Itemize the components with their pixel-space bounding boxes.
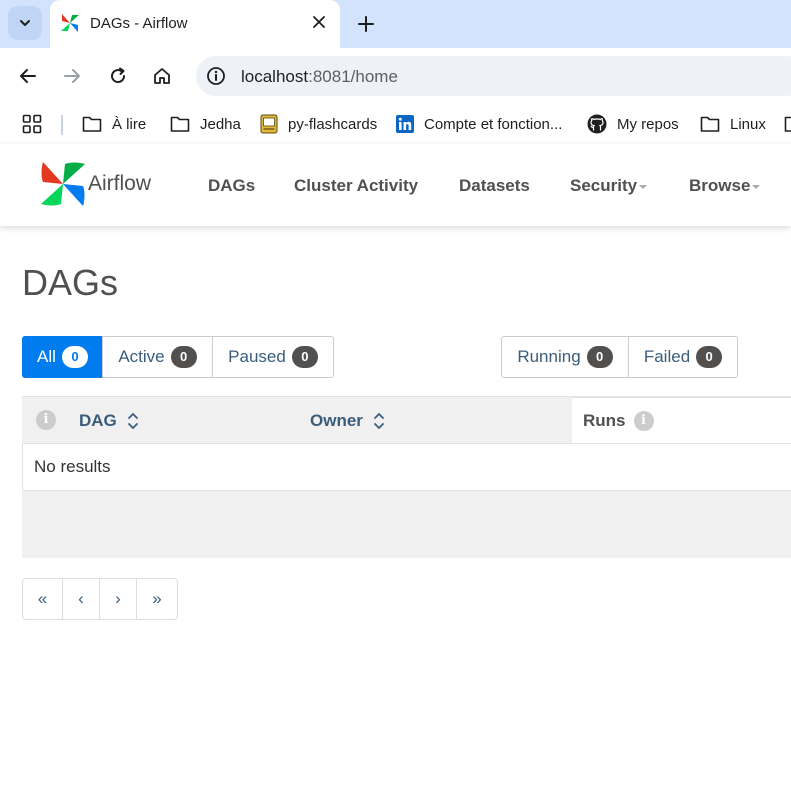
folder-icon (700, 116, 720, 132)
bookmarks-bar: À lire Jedha py-flashcards Compte et fon… (0, 104, 791, 144)
forward-button[interactable] (60, 64, 84, 88)
reload-icon (111, 67, 126, 84)
back-button[interactable] (16, 64, 40, 88)
bookmark-py-flashcards[interactable]: py-flashcards (260, 114, 377, 134)
browser-toolbar: localhost:8081/home (0, 48, 791, 104)
airflow-brand-link[interactable]: Airflow (40, 161, 151, 207)
nav-security[interactable]: Security (570, 176, 648, 196)
last-page-button[interactable]: » (136, 578, 178, 620)
bookmark-label: À lire (112, 115, 147, 133)
column-label: Owner (310, 411, 363, 430)
home-button[interactable] (150, 64, 174, 88)
table-row-empty: No results (22, 443, 791, 490)
home-icon (154, 68, 170, 84)
column-label: Runs (583, 411, 626, 430)
bookmark-label: py-flashcards (288, 115, 378, 133)
airflow-pinwheel-icon (61, 14, 79, 32)
bookmark-label: My repos (617, 115, 679, 133)
bookmark-overflow[interactable] (784, 114, 791, 134)
nav-datasets[interactable]: Datasets (459, 176, 530, 196)
tab-title: DAGs - Airflow (90, 15, 188, 32)
filter-label: Failed (643, 347, 691, 366)
airflow-logo-icon (41, 162, 85, 206)
filter-paused-button[interactable]: Paused 0 (212, 336, 334, 378)
bookmark-linkedin[interactable]: Compte et fonction... (396, 114, 562, 134)
next-page-button[interactable]: › (99, 578, 137, 620)
folder-icon (170, 116, 190, 132)
column-label: DAG (79, 411, 117, 430)
bookmark-a-lire[interactable]: À lire (82, 114, 146, 134)
bookmark-label: Compte et fonction... (424, 115, 563, 133)
site-info-icon[interactable] (206, 66, 226, 86)
reload-button[interactable] (106, 64, 130, 88)
filter-failed-button[interactable]: Failed 0 (628, 336, 738, 378)
bookmark-my-repos[interactable]: My repos (587, 114, 679, 134)
browser-tab-strip: DAGs - Airflow (0, 0, 791, 48)
column-header-owner[interactable]: Owner (310, 411, 385, 431)
table-header: i DAG Owner Runs i (22, 396, 791, 444)
close-icon (313, 16, 325, 28)
page-title: DAGs (22, 262, 119, 303)
column-header-runs: Runs i (572, 397, 791, 444)
filter-label: Paused (228, 347, 286, 366)
pagination: « ‹ › » (22, 578, 178, 620)
bookmark-label: Jedha (200, 115, 241, 133)
bookmark-linux[interactable]: Linux (700, 114, 766, 134)
arrow-right-icon (64, 69, 80, 83)
filter-running-button[interactable]: Running 0 (501, 336, 629, 378)
column-header-dag[interactable]: DAG (79, 411, 139, 431)
filter-label: All (37, 347, 56, 366)
arrow-left-icon (20, 69, 36, 83)
nav-browse[interactable]: Browse (689, 176, 761, 196)
address-bar[interactable]: localhost:8081/home (196, 56, 791, 96)
close-tab-button[interactable] (310, 13, 328, 31)
run-filter-group: Running 0 Failed 0 (501, 336, 738, 378)
count-badge: 0 (61, 346, 88, 368)
first-page-button[interactable]: « (22, 578, 63, 620)
chevron-down-icon (20, 20, 30, 26)
count-badge: 0 (586, 346, 613, 368)
address-host: localhost (241, 67, 309, 86)
flashcards-icon (260, 114, 278, 134)
filter-active-button[interactable]: Active 0 (102, 336, 213, 378)
browser-tab-active[interactable]: DAGs - Airflow (50, 0, 340, 48)
bookmarks-separator (61, 115, 63, 135)
folder-icon (784, 116, 791, 132)
tab-search-button[interactable] (8, 6, 42, 40)
caret-down-icon (639, 184, 648, 189)
info-icon[interactable]: i (633, 411, 654, 431)
filter-label: Running (517, 347, 581, 366)
filter-label: Active (118, 347, 165, 366)
address-url[interactable]: localhost:8081/home (241, 67, 398, 87)
sort-icon (374, 413, 384, 429)
nav-dags[interactable]: DAGs (208, 176, 255, 196)
github-icon (587, 114, 607, 134)
bookmark-jedha[interactable]: Jedha (170, 114, 241, 134)
linkedin-icon (396, 115, 414, 133)
sort-icon (127, 413, 138, 429)
bookmark-label: Linux (730, 115, 766, 133)
no-results-text: No results (34, 457, 111, 476)
status-filter-group: All 0 Active 0 Paused 0 (22, 336, 334, 378)
previous-page-button[interactable]: ‹ (62, 578, 100, 620)
table-footer (22, 490, 791, 558)
nav-browse-label: Browse (689, 176, 751, 195)
count-badge: 0 (170, 346, 197, 368)
count-badge: 0 (291, 346, 318, 368)
apps-grid-icon[interactable] (22, 114, 42, 134)
plus-icon (358, 16, 374, 32)
count-badge: 0 (696, 346, 723, 368)
dags-table: i DAG Owner Runs i No results (22, 396, 791, 558)
brand-name: Airflow (88, 172, 152, 195)
airflow-navbar: Airflow DAGs Cluster Activity Datasets S… (0, 144, 791, 226)
filter-all-button[interactable]: All 0 (22, 336, 103, 378)
caret-down-icon (752, 184, 761, 189)
folder-icon (82, 116, 102, 132)
info-icon[interactable]: i (36, 410, 56, 430)
nav-security-label: Security (570, 176, 638, 195)
new-tab-button[interactable] (354, 12, 378, 36)
address-path: :8081/home (308, 67, 398, 86)
nav-cluster-activity[interactable]: Cluster Activity (294, 176, 418, 196)
